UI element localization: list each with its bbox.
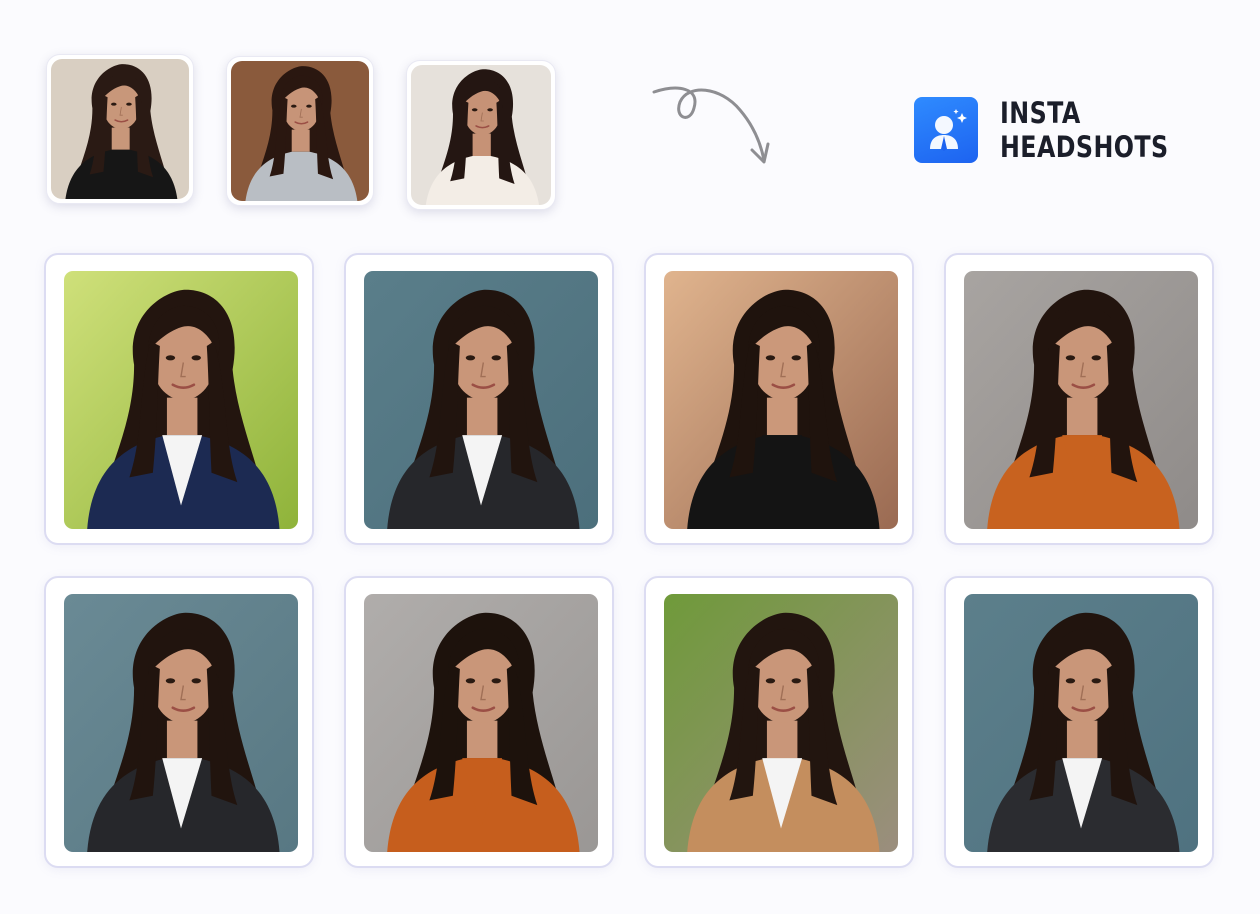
headshot-card-7[interactable] xyxy=(644,576,914,868)
headshot-image-1 xyxy=(64,271,298,529)
input-photo-2[interactable] xyxy=(226,56,374,206)
person-sparkle-icon xyxy=(914,97,978,163)
input-photo-3[interactable] xyxy=(406,60,556,210)
headshot-image-3 xyxy=(664,271,898,529)
headshot-image-2 xyxy=(364,271,598,529)
brand-lockup: INSTA HEADSHOTS xyxy=(914,96,1260,164)
headshot-image-7 xyxy=(664,594,898,852)
headshot-image-4 xyxy=(964,271,1198,529)
headshot-card-1[interactable] xyxy=(44,253,314,545)
input-photo-2-image xyxy=(231,61,369,201)
headshot-card-6[interactable] xyxy=(344,576,614,868)
headshot-image-6 xyxy=(364,594,598,852)
input-photo-1-image xyxy=(51,59,189,199)
input-photo-1[interactable] xyxy=(46,54,194,204)
headshot-image-5 xyxy=(64,594,298,852)
headshot-image-8 xyxy=(964,594,1198,852)
headshot-card-5[interactable] xyxy=(44,576,314,868)
headshot-card-4[interactable] xyxy=(944,253,1214,545)
input-photo-3-image xyxy=(411,65,551,205)
headshot-card-2[interactable] xyxy=(344,253,614,545)
curly-arrow-icon xyxy=(652,86,770,164)
headshot-card-8[interactable] xyxy=(944,576,1214,868)
brand-name: INSTA HEADSHOTS xyxy=(1000,96,1169,164)
headshot-card-3[interactable] xyxy=(644,253,914,545)
